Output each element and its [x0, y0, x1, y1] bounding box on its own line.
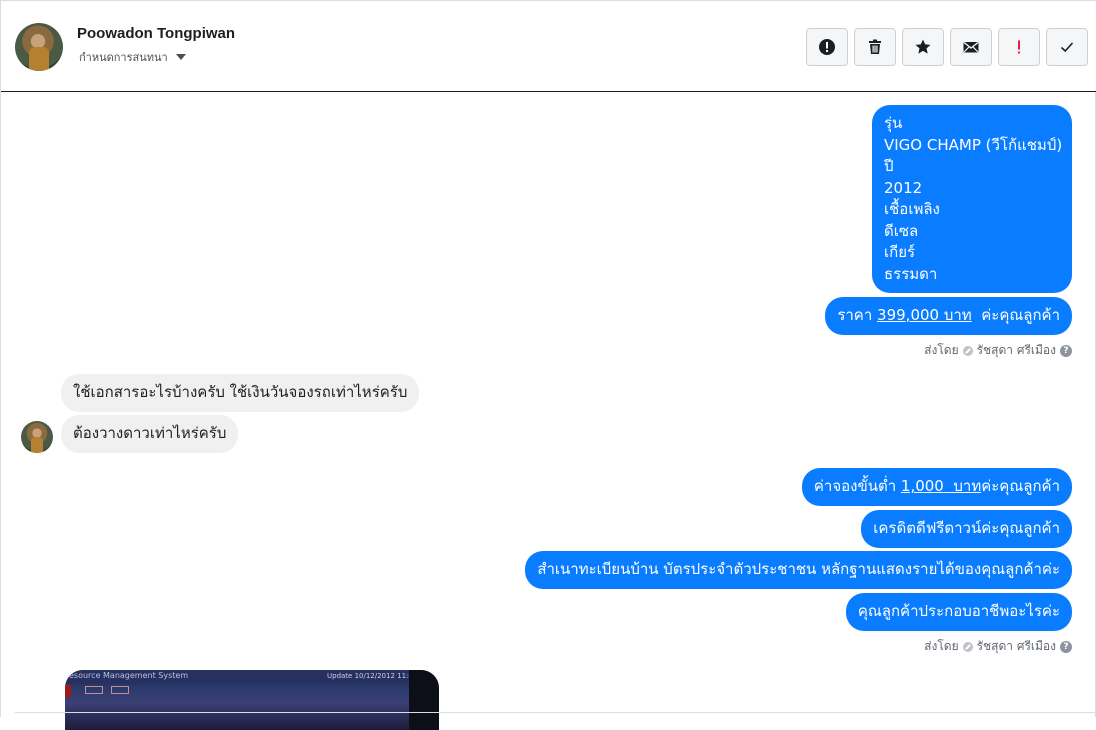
message-documents[interactable]: สำเนาทะเบียนบ้าน บัตรประจำตัวประชาชน หลั…	[525, 551, 1072, 589]
sent-by-info: ส่งโดย รัชสุดา ศรีเมือง ?	[924, 341, 1072, 360]
conversation-header: Poowadon Tongpiwan กำหนดการสนทนา	[1, 1, 1096, 92]
message-price[interactable]: ราคา 399,000 บาท ค่ะคุณลูกค้า	[825, 297, 1072, 335]
message-incoming[interactable]: ต้องวางดาวเท่าไหร่ครับ	[61, 415, 239, 453]
conversation-settings-dropdown[interactable]: กำหนดการสนทนา	[79, 48, 186, 66]
delete-button[interactable]	[854, 28, 896, 66]
message-line: รุ่น	[884, 114, 903, 132]
message-line: 2012	[884, 178, 923, 197]
photo-title-text: esource Management System	[69, 671, 189, 680]
sent-by-label: ส่งโดย	[924, 343, 959, 357]
contact-avatar-small[interactable]	[21, 421, 53, 453]
deposit-amount: 1,000 บาท	[900, 477, 982, 495]
price-amount: 399,000 บาท	[877, 306, 972, 324]
conversation-panel: Poowadon Tongpiwan กำหนดการสนทนา รุ่น VI…	[0, 0, 1096, 730]
divider	[15, 712, 1096, 713]
mark-done-button[interactable]	[1046, 28, 1088, 66]
sent-by-info: ส่งโดย รัชสุดา ศรีเมือง ?	[924, 637, 1072, 656]
check-icon	[1060, 42, 1074, 53]
photo-marker	[65, 685, 71, 697]
sender-name[interactable]: รัชสุดา ศรีเมือง	[977, 637, 1056, 656]
star-button[interactable]	[902, 28, 944, 66]
photo-box	[111, 686, 129, 694]
alert-circle-icon	[819, 39, 835, 55]
sender-name[interactable]: รัชสุดา ศรีเมือง	[977, 341, 1056, 360]
message-occupation[interactable]: คุณลูกค้าประกอบอาชีพอะไรค่ะ	[845, 593, 1072, 631]
deposit-prefix: ค่าจองขั้นต่ำ	[813, 477, 901, 495]
message-line: เกียร์	[884, 243, 916, 261]
page-icon	[962, 345, 973, 356]
message-deposit[interactable]: ค่าจองขั้นต่ำ 1,000 บาทค่ะคุณลูกค้า	[801, 468, 1072, 506]
message-credit[interactable]: เครดิตดีฟรีดาวน์ค่ะคุณลูกค้า	[861, 510, 1072, 548]
mail-icon	[963, 41, 979, 53]
message-line: ธรรมดา	[884, 264, 938, 283]
message-incoming[interactable]: ใช้เอกสารอะไรบ้างครับ ใช้เงินวันจองรถเท่…	[61, 374, 420, 412]
trash-icon	[869, 39, 881, 54]
caret-down-icon	[175, 54, 186, 60]
photo-update-text: Update 10/12/2012 11:05	[327, 672, 418, 680]
help-icon[interactable]: ?	[1060, 344, 1072, 357]
image-attachment[interactable]: esource Management System Update 10/12/2…	[65, 670, 439, 730]
page-icon	[962, 641, 973, 652]
sent-by-label: ส่งโดย	[924, 639, 959, 653]
message-line: VIGO CHAMP (วีโก้แชมป์)	[884, 135, 1063, 154]
star-icon	[915, 39, 931, 54]
message-line: เชื้อเพลิง	[884, 200, 940, 218]
deposit-suffix: ค่ะคุณลูกค้า	[981, 477, 1060, 495]
price-suffix: ค่ะคุณลูกค้า	[971, 306, 1060, 324]
mark-spam-button[interactable]	[806, 28, 848, 66]
photo-shadow	[409, 670, 439, 730]
follow-up-button[interactable]	[998, 28, 1040, 66]
contact-name[interactable]: Poowadon Tongpiwan	[77, 25, 235, 42]
message-line: ปี	[884, 157, 894, 175]
exclamation-icon	[1018, 40, 1020, 54]
photo-box	[85, 686, 103, 694]
toolbar	[806, 28, 1088, 66]
price-prefix: ราคา	[837, 306, 878, 324]
message-thread: รุ่น VIGO CHAMP (วีโก้แชมป์) ปี 2012 เชื…	[1, 93, 1096, 730]
message-line: ดีเซล	[884, 221, 919, 240]
help-icon[interactable]: ?	[1060, 640, 1072, 653]
message-car-details[interactable]: รุ่น VIGO CHAMP (วีโก้แชมป์) ปี 2012 เชื…	[872, 105, 1072, 293]
mark-unread-button[interactable]	[950, 28, 992, 66]
contact-avatar[interactable]	[15, 23, 63, 71]
conversation-settings-label: กำหนดการสนทนา	[79, 51, 168, 64]
